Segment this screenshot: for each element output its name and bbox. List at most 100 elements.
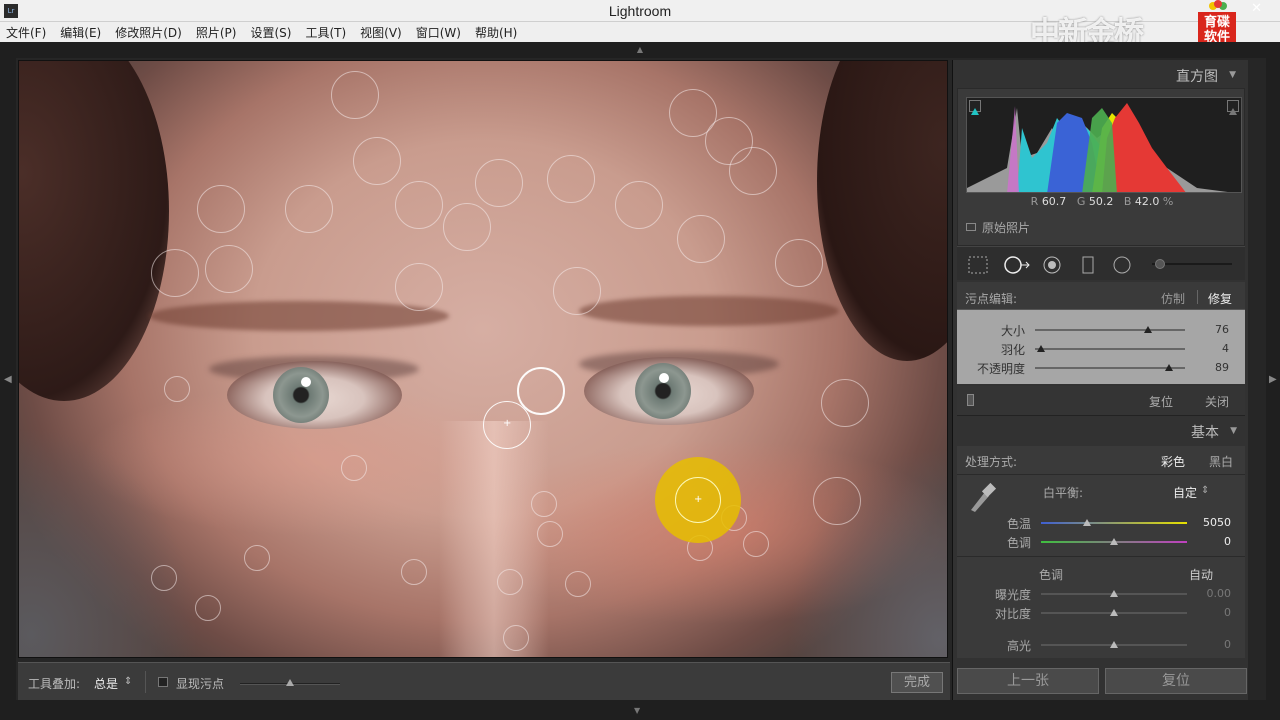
histogram-collapse-icon[interactable]: ▼: [1229, 70, 1236, 80]
heal-mode-button[interactable]: 修复: [1208, 290, 1232, 307]
spot-marker[interactable]: [164, 376, 190, 402]
tint-value[interactable]: 0: [1224, 535, 1231, 548]
spot-marker[interactable]: [813, 477, 861, 525]
opacity-slider-thumb[interactable]: [1164, 364, 1173, 371]
top-panel-toggle-icon[interactable]: ▲: [633, 46, 647, 54]
spot-marker[interactable]: [395, 263, 443, 311]
previous-photo-button[interactable]: 上一张: [957, 668, 1099, 694]
menu-help[interactable]: 帮助(H): [475, 24, 517, 41]
color-treatment-button[interactable]: 彩色: [1161, 453, 1185, 470]
menu-settings[interactable]: 设置(S): [250, 24, 291, 41]
menu-photo[interactable]: 照片(P): [196, 24, 237, 41]
temp-slider-thumb[interactable]: [1083, 519, 1091, 526]
spot-marker[interactable]: [531, 491, 557, 517]
basic-collapse-icon[interactable]: ▼: [1230, 426, 1237, 436]
size-slider-thumb[interactable]: [1143, 326, 1152, 333]
spot-marker[interactable]: [331, 71, 379, 119]
right-panel-strip[interactable]: ▶: [1266, 58, 1280, 700]
spot-marker[interactable]: [475, 159, 523, 207]
spot-marker[interactable]: [151, 249, 199, 297]
menu-develop[interactable]: 修改照片(D): [115, 24, 182, 41]
spot-marker[interactable]: [503, 625, 529, 651]
exposure-slider-thumb[interactable]: [1110, 590, 1118, 597]
spot-marker[interactable]: [341, 455, 367, 481]
histogram-title[interactable]: 直方图: [1176, 66, 1218, 86]
red-eye-tool-icon[interactable]: [1041, 255, 1063, 275]
clone-mode-button[interactable]: 仿制: [1161, 290, 1185, 307]
basic-title[interactable]: 基本: [1191, 422, 1219, 442]
spot-marker[interactable]: [615, 181, 663, 229]
feather-value[interactable]: 4: [1222, 342, 1229, 355]
spot-reset-button[interactable]: 复位: [1149, 393, 1173, 410]
spot-marker[interactable]: [729, 147, 777, 195]
spot-marker[interactable]: [677, 215, 725, 263]
spot-marker[interactable]: [197, 185, 245, 233]
tool-overlay-arrow-icon[interactable]: ⇕: [124, 676, 132, 687]
bottom-panel-strip[interactable]: ▼: [0, 700, 1280, 720]
spot-marker[interactable]: [775, 239, 823, 287]
opacity-slider[interactable]: [1035, 367, 1185, 369]
highlights-slider-thumb[interactable]: [1110, 641, 1118, 648]
eyedropper-icon[interactable]: [965, 478, 999, 514]
menu-view[interactable]: 视图(V): [360, 24, 402, 41]
shadow-clipping-icon[interactable]: [969, 100, 981, 115]
spot-marker[interactable]: [565, 571, 591, 597]
size-slider[interactable]: [1035, 329, 1185, 331]
spot-marker[interactable]: [401, 559, 427, 585]
spot-marker[interactable]: [353, 137, 401, 185]
white-balance-arrow-icon[interactable]: ⇕: [1201, 485, 1209, 496]
crop-tool-icon[interactable]: [967, 255, 989, 275]
spot-marker[interactable]: [151, 565, 177, 591]
original-photo-checkbox[interactable]: [966, 223, 976, 231]
menu-tools[interactable]: 工具(T): [305, 24, 346, 41]
graduated-filter-icon[interactable]: [1077, 255, 1099, 275]
opacity-value[interactable]: 89: [1215, 361, 1229, 374]
spot-close-button[interactable]: 关闭: [1205, 393, 1229, 410]
spot-marker[interactable]: [285, 185, 333, 233]
menu-edit[interactable]: 编辑(E): [60, 24, 101, 41]
tool-overlay-select[interactable]: 总是: [94, 675, 118, 692]
feather-slider-thumb[interactable]: [1037, 345, 1045, 352]
right-panel-toggle-icon[interactable]: ▶: [1269, 374, 1277, 385]
auto-tone-button[interactable]: 自动: [1189, 566, 1213, 583]
menu-file[interactable]: 文件(F): [6, 24, 46, 41]
white-balance-select[interactable]: 自定: [1173, 484, 1197, 501]
spot-marker[interactable]: [244, 545, 270, 571]
bw-treatment-button[interactable]: 黑白: [1209, 453, 1233, 470]
temp-slider[interactable]: [1041, 522, 1187, 524]
spot-removal-tool-icon[interactable]: [1003, 255, 1030, 275]
exposure-value[interactable]: 0.00: [1207, 587, 1232, 600]
spot-marker[interactable]: [553, 267, 601, 315]
contrast-slider-thumb[interactable]: [1110, 609, 1118, 616]
panel-toggle-switch[interactable]: [967, 394, 974, 406]
spot-marker[interactable]: [443, 203, 491, 251]
radial-filter-icon[interactable]: [1111, 255, 1133, 275]
size-value[interactable]: 76: [1215, 323, 1229, 336]
spot-marker[interactable]: [821, 379, 869, 427]
basic-panel-header[interactable]: 基本 ▼: [953, 420, 1249, 444]
temp-value[interactable]: 5050: [1203, 516, 1231, 529]
spot-marker[interactable]: [547, 155, 595, 203]
spot-marker[interactable]: [743, 531, 769, 557]
highlights-value[interactable]: 0: [1224, 638, 1231, 651]
brush-slider-thumb[interactable]: [1155, 259, 1165, 269]
spot-marker[interactable]: [537, 521, 563, 547]
spot-marker[interactable]: [195, 595, 221, 621]
highlight-clipping-icon[interactable]: [1227, 100, 1239, 115]
spot-marker[interactable]: [497, 569, 523, 595]
tint-slider-thumb[interactable]: [1110, 538, 1118, 545]
feather-slider[interactable]: [1035, 348, 1185, 350]
contrast-value[interactable]: 0: [1224, 606, 1231, 619]
histogram-graph[interactable]: [966, 97, 1242, 193]
left-panel-strip[interactable]: ◀: [0, 58, 16, 700]
reset-all-button[interactable]: 复位: [1105, 668, 1247, 694]
bottom-panel-toggle-icon[interactable]: ▼: [634, 706, 640, 715]
spot-marker[interactable]: [395, 181, 443, 229]
photo-canvas[interactable]: + +: [18, 60, 948, 658]
spot-marker[interactable]: [205, 245, 253, 293]
close-icon[interactable]: ✕: [1251, 1, 1262, 16]
left-panel-toggle-icon[interactable]: ◀: [4, 374, 12, 385]
show-spots-slider-thumb[interactable]: [286, 679, 294, 686]
show-spots-checkbox[interactable]: [158, 677, 168, 687]
menu-window[interactable]: 窗口(W): [416, 24, 461, 41]
